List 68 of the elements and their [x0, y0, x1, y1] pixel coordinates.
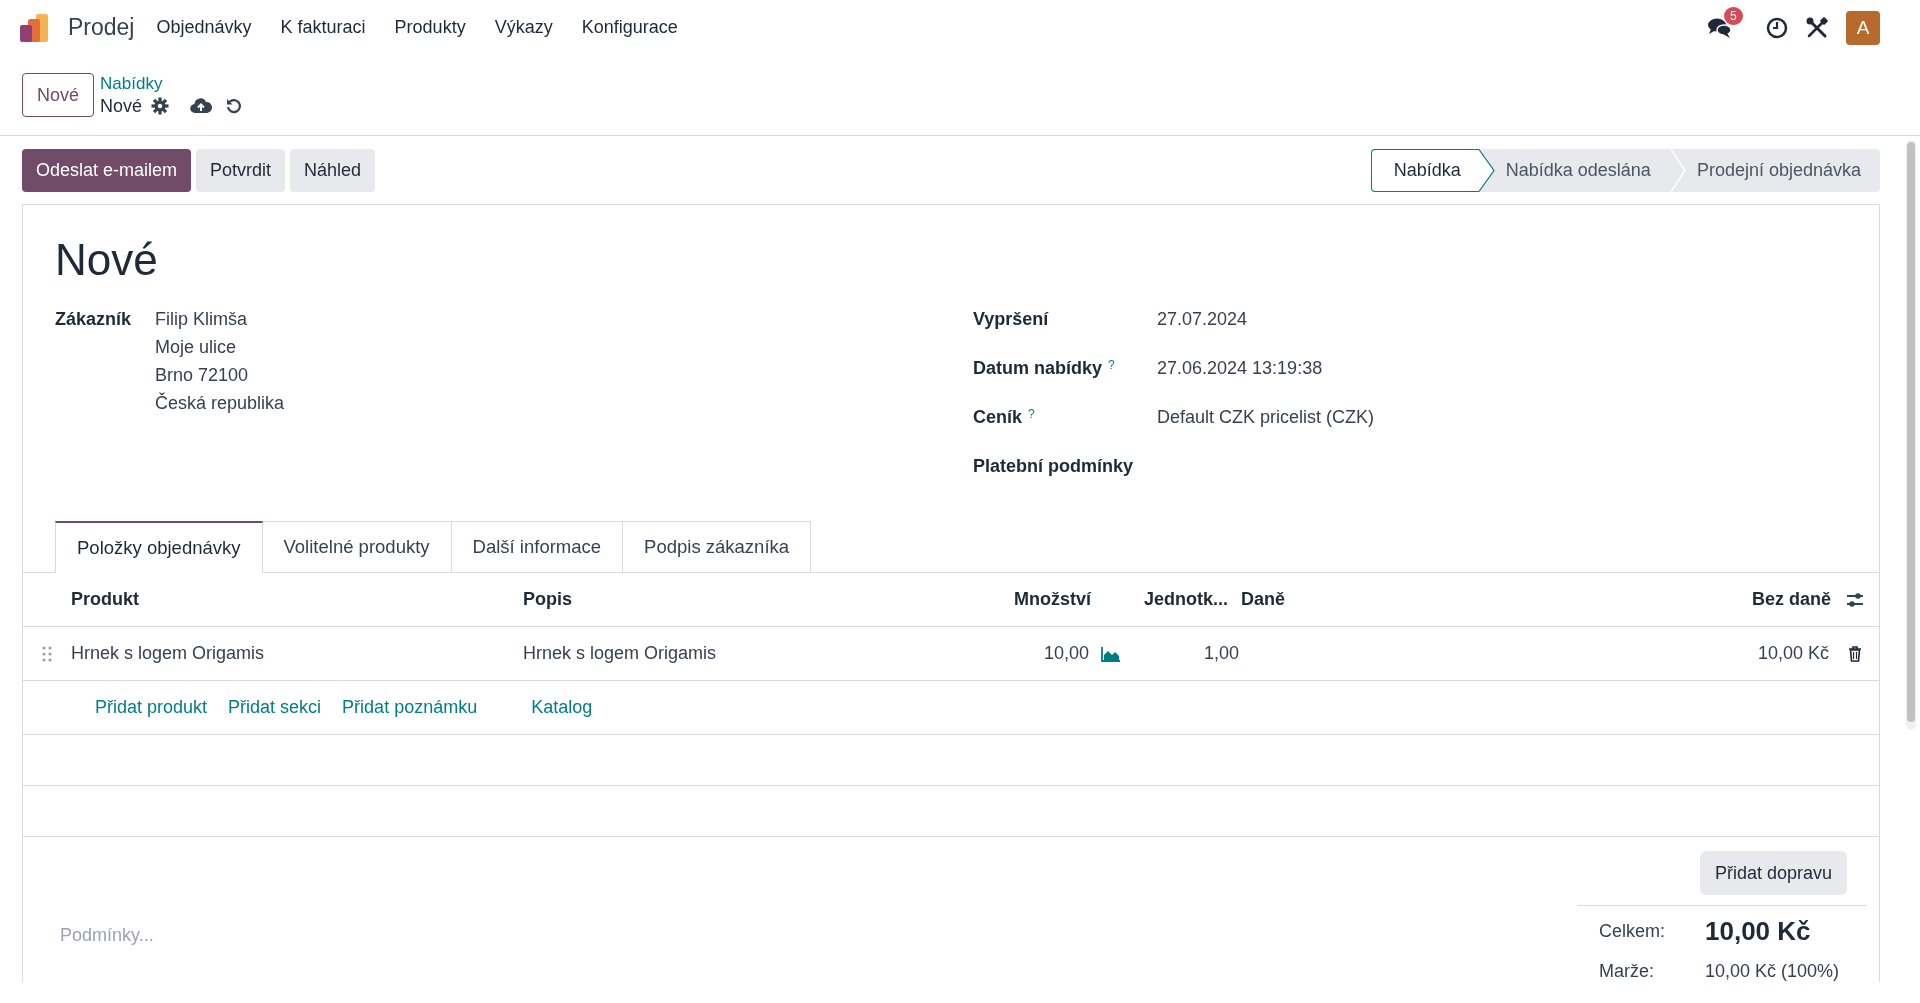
- new-button[interactable]: Nové: [22, 73, 95, 117]
- menu-item[interactable]: Konfigurace: [581, 17, 678, 38]
- status-stage[interactable]: Prodejní objednávka: [1685, 148, 1880, 192]
- total-value: 10,00 Kč (100%): [1705, 961, 1840, 982]
- total-label: Celkem:: [1598, 921, 1666, 942]
- add-line-link[interactable]: Přidat produkt: [95, 697, 208, 718]
- total-value: 10,00 Kč: [1705, 916, 1811, 947]
- add-line-link[interactable]: Přidat poznámku: [342, 697, 478, 718]
- column-header[interactable]: Bez daně: [1681, 589, 1831, 610]
- status-stage[interactable]: Nabídka odeslána: [1494, 148, 1670, 192]
- area-chart-icon[interactable]: [1101, 645, 1121, 662]
- column-header[interactable]: Popis: [523, 589, 976, 610]
- customer-address-line: Filip Klimša: [155, 309, 248, 330]
- chat-bubbles-icon[interactable]: [1708, 16, 1732, 39]
- field-value[interactable]: 27.06.2024 13:19:38: [1157, 358, 1323, 379]
- table-cell[interactable]: Hrnek s logem Origamis: [523, 643, 976, 664]
- drag-handle-icon[interactable]: [42, 645, 52, 662]
- table-cell[interactable]: Hrnek s logem Origamis: [71, 643, 523, 664]
- app-name[interactable]: Prodej: [68, 14, 135, 41]
- breadcrumb-link[interactable]: Nabídky: [100, 73, 244, 94]
- column-header[interactable]: Produkt: [71, 589, 523, 610]
- undo-icon[interactable]: [225, 97, 244, 115]
- stage-divider-arrow: [1478, 148, 1495, 192]
- sliders-icon[interactable]: [1846, 591, 1864, 608]
- field-label: Platební podmínky: [973, 456, 1134, 477]
- menu-item[interactable]: K fakturaci: [280, 17, 366, 38]
- notebook-tab[interactable]: Další informace: [451, 521, 624, 572]
- clock-icon[interactable]: [1766, 16, 1788, 39]
- customer-address-line: Česká republika: [155, 393, 285, 414]
- trash-icon[interactable]: [1848, 645, 1862, 662]
- field-label: Ceník: [973, 407, 1023, 428]
- cloud-upload-icon[interactable]: [190, 97, 213, 115]
- field-value[interactable]: 27.07.2024: [1157, 309, 1248, 330]
- table-cell[interactable]: 10,00: [976, 643, 1091, 664]
- customer-address-line: Moje ulice: [155, 337, 238, 358]
- user-avatar[interactable]: A: [1846, 10, 1880, 45]
- column-header[interactable]: Množství: [976, 589, 1091, 610]
- column-header[interactable]: Jednotk...: [1131, 589, 1241, 610]
- tools-icon[interactable]: [1806, 16, 1828, 39]
- help-tooltip-mark[interactable]: ?: [1108, 358, 1115, 372]
- action-button[interactable]: Potvrdit: [196, 148, 286, 192]
- add-shipping-button[interactable]: Přidat dopravu: [1699, 851, 1847, 895]
- scrollbar[interactable]: [1906, 140, 1916, 730]
- menu-item[interactable]: Produkty: [394, 17, 466, 38]
- menu-item[interactable]: Objednávky: [156, 17, 252, 38]
- field-label: Zákazník: [55, 309, 133, 331]
- action-button[interactable]: Odeslat e-mailem: [22, 148, 192, 192]
- app-logo-icon[interactable]: [20, 13, 50, 42]
- column-header[interactable]: Daně: [1241, 589, 1681, 610]
- notebook-tab[interactable]: Položky objednávky: [55, 521, 263, 573]
- settings-icon[interactable]: [151, 97, 170, 115]
- total-label: Marže:: [1598, 961, 1655, 982]
- field-label: Vypršení: [973, 309, 1049, 330]
- record-title: Nové: [55, 235, 159, 285]
- add-line-link[interactable]: Katalog: [531, 697, 593, 718]
- record-name: Nové: [100, 95, 143, 117]
- notebook-tab[interactable]: Podpis zákazníka: [623, 521, 812, 572]
- table-cell[interactable]: 1,00: [1131, 643, 1241, 664]
- notebook-tab[interactable]: Volitelné produkty: [262, 521, 452, 572]
- help-tooltip-mark[interactable]: ?: [1028, 407, 1035, 421]
- table-cell[interactable]: 10,00 Kč: [1681, 643, 1831, 664]
- add-line-link[interactable]: Přidat sekci: [228, 697, 322, 718]
- notification-badge: 5: [1724, 6, 1743, 25]
- field-value[interactable]: Default CZK pricelist (CZK): [1157, 407, 1375, 428]
- customer-address-line: Brno 72100: [155, 365, 250, 386]
- action-button[interactable]: Náhled: [290, 148, 376, 192]
- menu-item[interactable]: Výkazy: [494, 17, 553, 38]
- field-label: Datum nabídky: [973, 358, 1103, 379]
